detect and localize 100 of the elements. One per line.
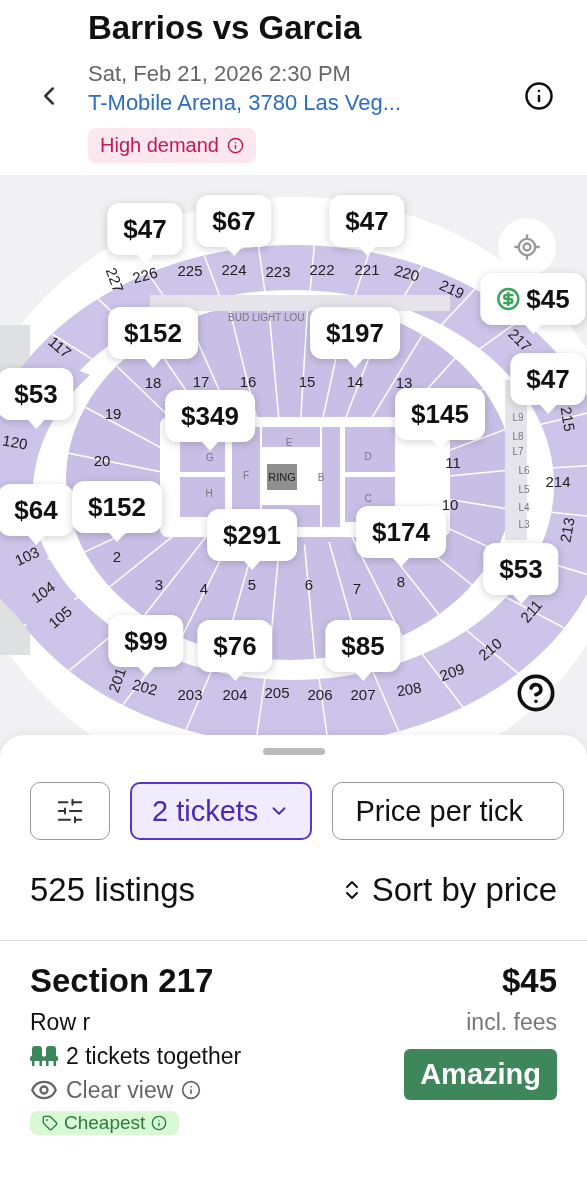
event-title: Barrios vs Garcia	[88, 8, 362, 48]
price-text: $53	[14, 378, 58, 410]
section-label: 7	[352, 580, 362, 596]
section-label: 222	[309, 261, 335, 277]
floor-section-label: F	[242, 471, 250, 481]
venue-link[interactable]: T-Mobile Arena, 3780 Las Veg...	[88, 88, 402, 118]
price-text: $53	[499, 553, 543, 585]
floor-section-label: D	[364, 452, 372, 462]
price-text: $85	[341, 630, 385, 662]
section-label: 204	[222, 686, 248, 702]
section-label: 2	[112, 548, 122, 564]
section-label: L5	[518, 485, 530, 495]
demand-text: High demand	[100, 134, 219, 157]
section-label: 19	[104, 405, 122, 421]
section-label: 206	[307, 686, 333, 702]
sort-button[interactable]: Sort by price	[339, 871, 557, 909]
floor-section-label: G	[206, 453, 214, 463]
tag-icon	[42, 1115, 58, 1131]
section-label: 225	[177, 262, 203, 278]
section-label: 17	[192, 373, 210, 389]
price-text: $99	[124, 625, 168, 657]
section-label: 103	[12, 543, 42, 569]
section-label: 213	[557, 516, 577, 544]
price-text: $47	[526, 363, 570, 395]
price-text: $47	[345, 205, 389, 237]
locate-icon	[513, 233, 541, 261]
tag-text: Cheapest	[64, 1112, 146, 1134]
help-icon	[516, 673, 556, 713]
price-text: $67	[212, 205, 256, 237]
deal-icon	[496, 287, 521, 311]
section-title: Section 217	[30, 961, 214, 1001]
info-icon	[226, 137, 244, 154]
section-label: 203	[177, 686, 203, 702]
drag-handle[interactable]	[262, 748, 325, 755]
price-text: $152	[88, 491, 146, 523]
section-label: L6	[518, 466, 530, 476]
section-label: 227	[103, 265, 127, 295]
section-label: 16	[239, 373, 257, 389]
info-button[interactable]	[523, 80, 555, 112]
ring-label: RING	[267, 464, 297, 490]
section-label: 18	[144, 374, 162, 390]
section-label: L9	[512, 413, 524, 423]
price-text: $174	[372, 516, 430, 548]
section-label: 217	[505, 325, 535, 355]
section-label: 209	[437, 660, 467, 684]
section-label: 3	[154, 576, 164, 592]
section-label: 117	[46, 333, 74, 361]
section-label: 11	[445, 454, 461, 470]
section-label: 104	[28, 578, 58, 606]
section-label: L3	[518, 520, 530, 530]
section-label: 221	[354, 261, 380, 277]
section-label: 14	[346, 373, 364, 389]
price-text: $64	[14, 494, 58, 526]
view-text: Clear view	[66, 1076, 174, 1105]
section-label: 220	[392, 262, 422, 284]
section-label: 201	[105, 665, 129, 695]
price-text: $152	[124, 317, 182, 349]
quantity-dropdown[interactable]: 2 tickets	[130, 782, 313, 840]
section-label: 13	[395, 374, 413, 390]
section-label: 6	[304, 576, 314, 592]
section-label: 207	[350, 686, 376, 702]
lounge-label: BUD LIGHT LOU	[228, 313, 305, 323]
filter-button[interactable]	[30, 782, 110, 840]
section-label: 224	[221, 261, 247, 277]
section-label: L7	[512, 447, 524, 457]
section-label: 214	[545, 473, 571, 489]
section-label: 105	[45, 603, 75, 631]
row-text: Row r	[30, 1008, 91, 1037]
seats-icon	[30, 1045, 58, 1067]
seats-text: 2 tickets together	[66, 1042, 242, 1071]
price-text: $349	[181, 400, 239, 432]
floor-section-label: B	[317, 473, 325, 483]
floor-section-label: H	[205, 489, 213, 499]
price-mode-button[interactable]: Price per tick	[332, 782, 564, 840]
section-label: 208	[395, 679, 423, 699]
floor-section-label: C	[364, 494, 372, 504]
price-text: $47	[123, 213, 167, 245]
help-button[interactable]	[515, 672, 557, 714]
section-label: 211	[517, 597, 545, 625]
listing-price: $45	[501, 961, 557, 1001]
section-label: 205	[264, 684, 290, 700]
floor-section-label: E	[285, 438, 293, 448]
section-label: 4	[199, 580, 209, 596]
section-label: 20	[93, 452, 111, 468]
section-label: 223	[265, 263, 291, 279]
sliders-icon	[55, 796, 85, 826]
info-icon	[524, 81, 554, 111]
section-label: 8	[396, 573, 406, 589]
section-label: 215	[558, 405, 578, 433]
section-label: 15	[298, 373, 316, 389]
section-label: 202	[130, 676, 160, 698]
section-label: 120	[1, 432, 29, 452]
price-text: $291	[223, 519, 281, 551]
price-text: $45	[526, 283, 570, 315]
section-label: L8	[512, 432, 524, 442]
info-icon	[151, 1115, 168, 1131]
section-label: 210	[475, 635, 505, 663]
info-icon	[181, 1080, 202, 1100]
section-label: L4	[518, 503, 530, 513]
listings-count: 525 listings	[30, 871, 196, 909]
